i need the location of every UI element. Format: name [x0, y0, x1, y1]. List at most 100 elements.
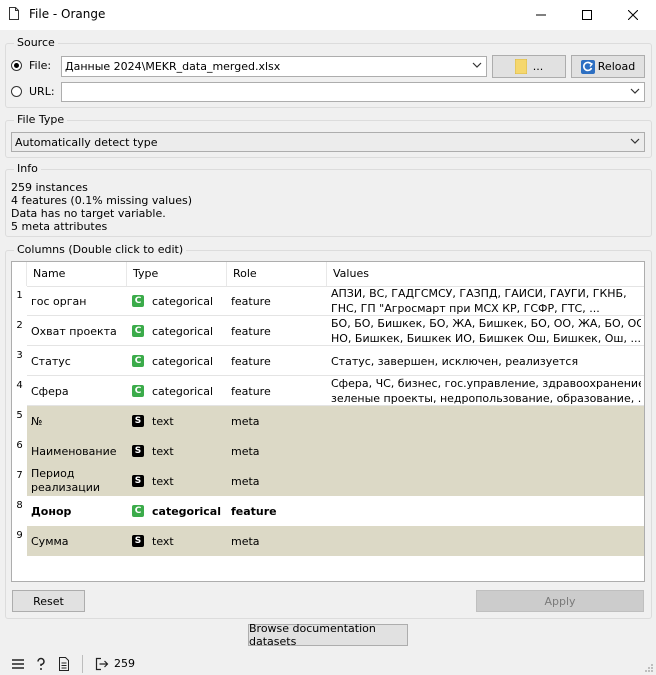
row-name[interactable]: Сфера — [31, 376, 69, 406]
file-type-value: Automatically detect type — [15, 135, 158, 149]
table-row[interactable]: 7 Период реализации Stext meta — [12, 466, 644, 496]
file-type-dropdown[interactable]: Automatically detect type — [11, 132, 645, 152]
apply-button[interactable]: Apply — [476, 590, 644, 612]
row-number: 3 — [12, 346, 27, 376]
file-radio[interactable] — [11, 60, 22, 71]
reset-button[interactable]: Reset — [12, 590, 85, 612]
values-line: Сфера, ЧС, бизнес, гос.управление, здрав… — [331, 377, 641, 390]
categorical-badge-icon: C — [132, 355, 144, 367]
row-name[interactable]: Охват проекта — [31, 316, 117, 346]
row-type[interactable]: Ccategorical — [132, 376, 213, 406]
file-label: File: — [29, 59, 52, 72]
row-role[interactable]: meta — [231, 466, 260, 496]
text-badge-icon: S — [132, 445, 144, 457]
table-row[interactable]: 5 № Stext meta — [12, 406, 644, 436]
info-features: 4 features (0.1% missing values) — [11, 194, 192, 207]
row-name[interactable]: гос орган — [31, 286, 86, 316]
header-type[interactable]: Type — [127, 262, 227, 286]
table-row[interactable]: 4 Сфера Ccategorical feature Сфера, ЧС, … — [12, 376, 644, 406]
table-row[interactable]: 6 Наименование Stext meta — [12, 436, 644, 466]
row-name[interactable]: № — [31, 406, 42, 436]
close-button[interactable] — [610, 0, 656, 30]
columns-title: Columns (Double click to edit) — [14, 243, 187, 256]
browse-documentation-button[interactable]: Browse documentation datasets — [248, 622, 408, 648]
row-type[interactable]: Stext — [132, 406, 174, 436]
file-path-dropdown[interactable]: Данные 2024\MEKR_data_merged.xlsx — [61, 56, 487, 77]
row-values: БО, БО, Бишкек, БО, ЖА, Бишкек, БО, ОО, … — [331, 316, 641, 346]
categorical-badge-icon: C — [132, 505, 144, 517]
row-role[interactable]: feature — [231, 376, 271, 406]
browse-button[interactable]: ... — [492, 55, 566, 78]
table-row[interactable]: 1 гос орган Ccategorical feature АПЗИ, В… — [12, 286, 644, 316]
row-values: Сфера, ЧС, бизнес, гос.управление, здрав… — [331, 376, 641, 406]
window-title: File - Orange — [29, 7, 106, 21]
row-role[interactable]: feature — [231, 346, 271, 376]
chevron-down-icon — [630, 88, 640, 94]
row-values: АПЗИ, ВС, ГАДГСМСУ, ГАЗПД, ГАИСИ, ГАУГИ,… — [331, 286, 641, 316]
file-path-value: Данные 2024\MEKR_data_merged.xlsx — [65, 60, 281, 73]
minimize-icon — [536, 14, 546, 16]
row-type[interactable]: Ccategorical — [132, 316, 213, 346]
row-role[interactable]: feature — [231, 496, 277, 526]
row-type[interactable]: Stext — [132, 436, 174, 466]
text-badge-icon: S — [132, 475, 144, 487]
header-name[interactable]: Name — [27, 262, 127, 286]
row-name[interactable]: Статус — [31, 346, 71, 376]
row-role[interactable]: meta — [231, 436, 260, 466]
row-role[interactable]: meta — [231, 526, 260, 556]
maximize-button[interactable] — [564, 0, 610, 30]
table-row[interactable]: 3 Статус Ccategorical feature Статус, за… — [12, 346, 644, 376]
info-text: 259 instances 4 features (0.1% missing v… — [11, 181, 192, 233]
table-row[interactable]: 2 Охват проекта Ccategorical feature БО,… — [12, 316, 644, 346]
info-meta: 5 meta attributes — [11, 220, 108, 233]
output-count: 259 — [114, 657, 135, 670]
row-type[interactable]: Ccategorical — [132, 346, 213, 376]
row-role[interactable]: meta — [231, 406, 260, 436]
status-divider — [82, 655, 83, 673]
row-type-label: text — [152, 534, 174, 548]
row-type-label: text — [152, 444, 174, 458]
row-type[interactable]: Stext — [132, 466, 174, 496]
row-type[interactable]: Ccategorical — [132, 286, 213, 316]
header-role[interactable]: Role — [227, 262, 327, 286]
reload-label: Reload — [597, 60, 636, 73]
row-name[interactable]: Наименование — [31, 436, 116, 466]
menu-icon[interactable] — [11, 657, 25, 671]
chevron-down-icon — [472, 62, 482, 68]
values-line: зеленые проекты, недропользование, образ… — [331, 392, 641, 405]
row-type[interactable]: Ccategorical — [132, 496, 221, 526]
output-icon — [95, 657, 109, 671]
header-values[interactable]: Values — [327, 262, 644, 286]
resize-grip-icon[interactable] — [644, 663, 654, 673]
values-line: БО, БО, Бишкек, БО, ЖА, Бишкек, БО, ОО, … — [331, 317, 641, 330]
table-row[interactable]: 9 Сумма Stext meta — [12, 526, 644, 556]
row-number: 5 — [12, 406, 27, 436]
url-input[interactable] — [61, 82, 645, 102]
row-type-label: text — [152, 414, 174, 428]
row-number: 9 — [12, 526, 27, 556]
columns-table[interactable]: Name Type Role Values 1 гос орган Ccateg… — [11, 261, 645, 582]
info-instances: 259 instances — [11, 181, 88, 194]
row-role[interactable]: feature — [231, 316, 271, 346]
row-number: 1 — [12, 286, 27, 316]
row-name[interactable]: Сумма — [31, 526, 69, 556]
report-icon[interactable] — [57, 657, 71, 671]
document-icon — [9, 7, 19, 20]
text-badge-icon: S — [132, 415, 144, 427]
categorical-badge-icon: C — [132, 325, 144, 337]
table-row[interactable]: 8 Донор Ccategorical feature — [12, 496, 644, 526]
close-icon — [628, 10, 638, 20]
row-type-label: categorical — [152, 384, 214, 398]
row-type-label: categorical — [152, 324, 214, 338]
chevron-down-icon — [630, 138, 640, 144]
row-type[interactable]: Stext — [132, 526, 174, 556]
help-icon[interactable] — [34, 657, 48, 671]
row-name[interactable]: Донор — [31, 496, 71, 526]
row-name[interactable]: Период реализации — [31, 466, 111, 496]
row-number: 6 — [12, 436, 27, 466]
reload-button[interactable]: Reload — [571, 55, 645, 78]
row-role[interactable]: feature — [231, 286, 271, 316]
url-radio[interactable] — [11, 86, 22, 97]
values-line: АПЗИ, ВС, ГАДГСМСУ, ГАЗПД, ГАИСИ, ГАУГИ,… — [331, 287, 627, 300]
minimize-button[interactable] — [518, 0, 564, 30]
